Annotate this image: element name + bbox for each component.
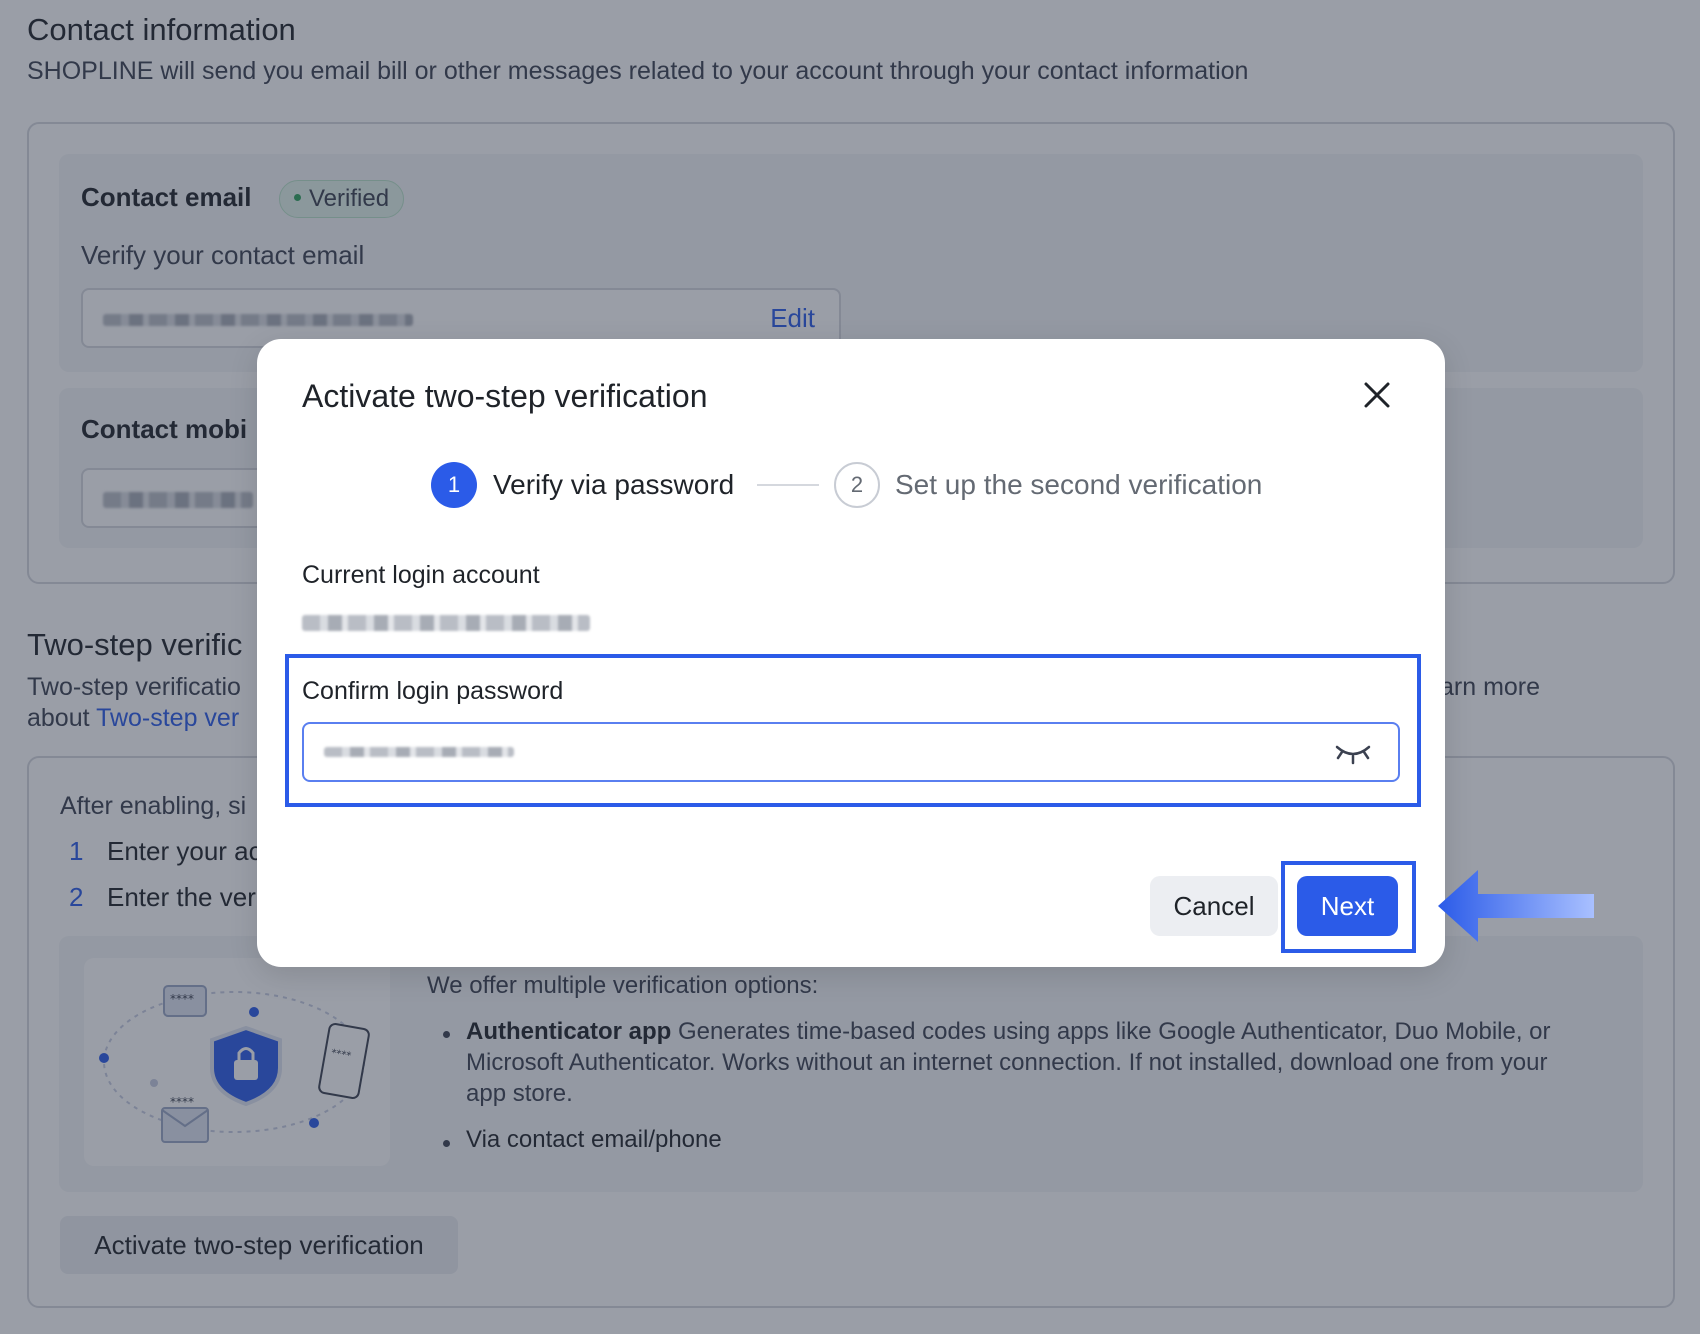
- step-connector: [757, 484, 819, 486]
- account-label: Current login account: [302, 561, 540, 589]
- redacted-password: [324, 747, 514, 757]
- redacted-account: [302, 615, 590, 631]
- modal-title: Activate two-step verification: [302, 378, 708, 414]
- step-2-indicator: 2: [834, 462, 880, 508]
- cancel-button[interactable]: Cancel: [1150, 876, 1278, 936]
- settings-page: Contact information SHOPLINE will send y…: [0, 0, 1700, 1334]
- close-icon[interactable]: [1357, 375, 1397, 415]
- password-label: Confirm login password: [302, 677, 564, 705]
- step-2-label: Set up the second verification: [895, 469, 1263, 500]
- next-button[interactable]: Next: [1297, 876, 1398, 936]
- activate-two-step-modal: Activate two-step verification 1 Verify …: [257, 339, 1445, 967]
- eye-closed-icon[interactable]: [1331, 737, 1375, 767]
- step-1-indicator: 1: [431, 462, 477, 508]
- arrow-left-icon: [1436, 866, 1596, 946]
- step-1-label: Verify via password: [493, 469, 735, 500]
